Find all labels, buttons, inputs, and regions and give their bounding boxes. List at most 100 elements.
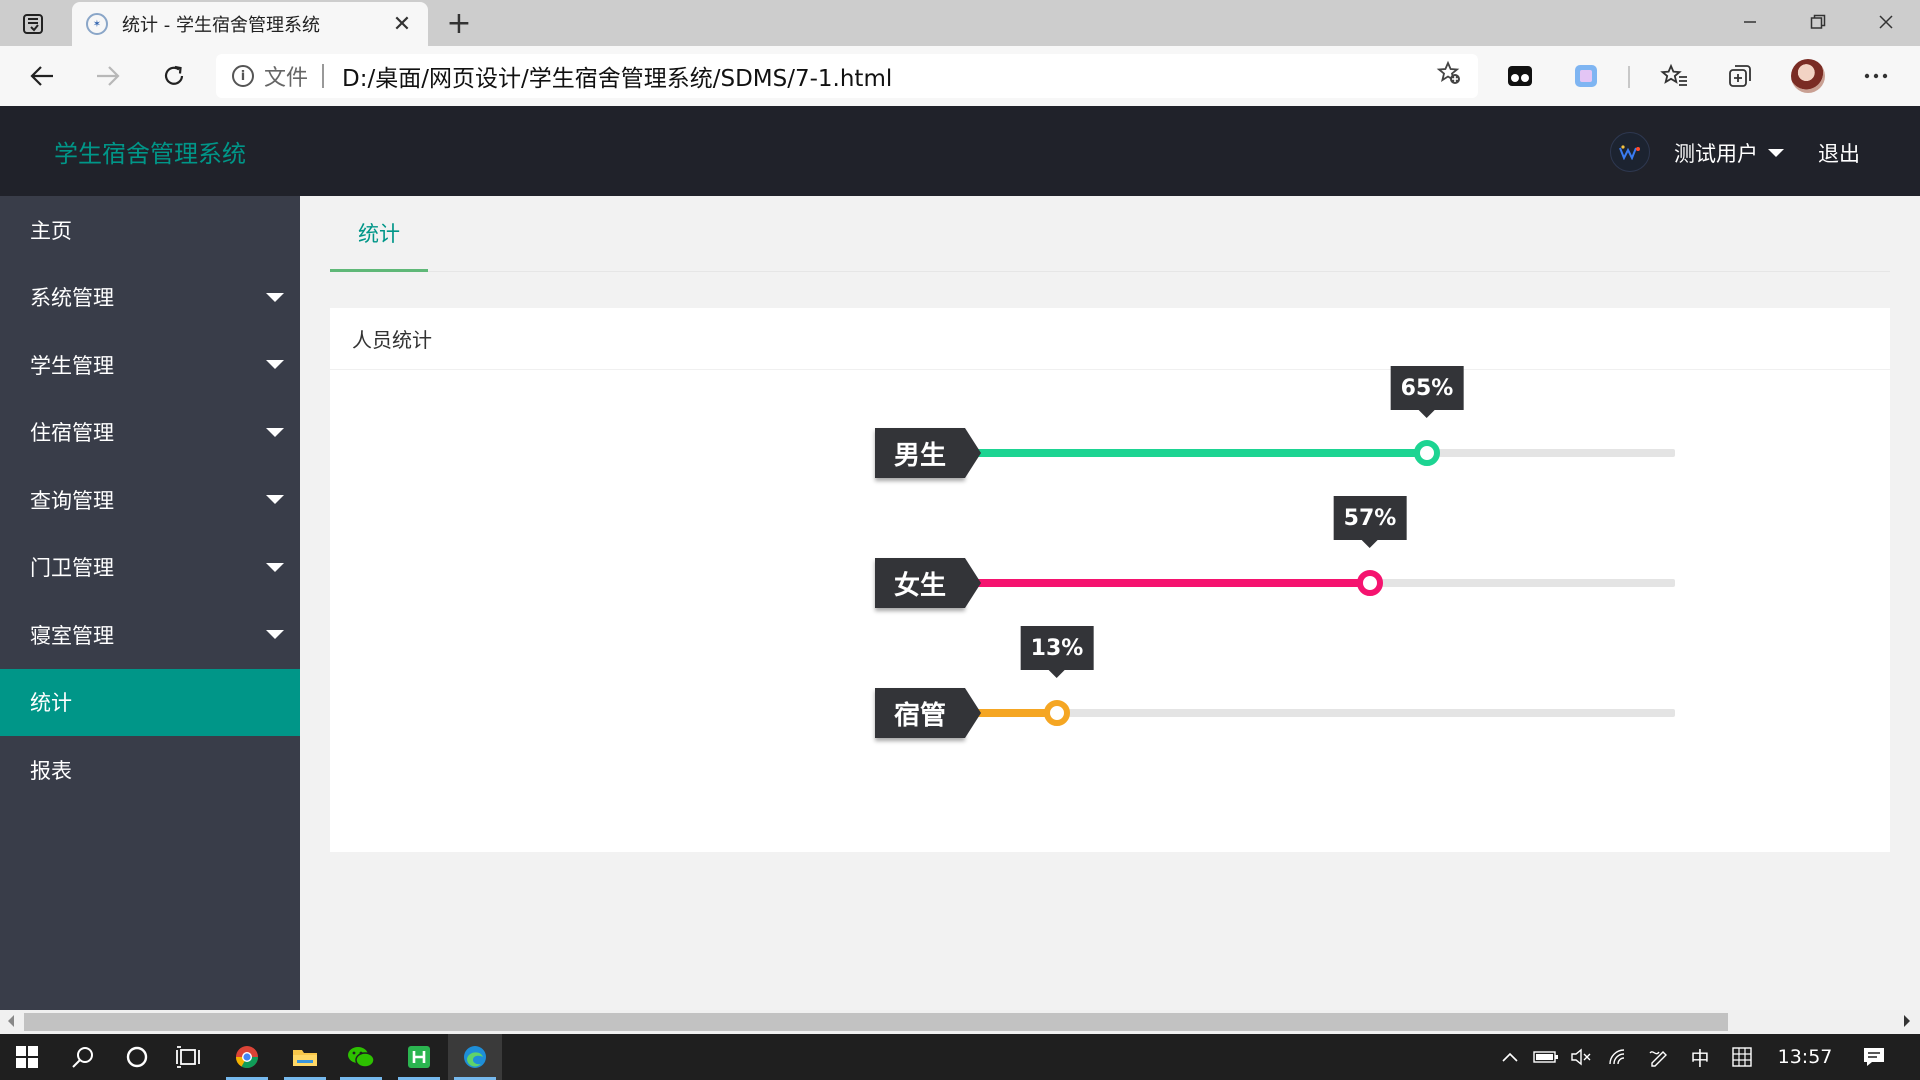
- user-menu[interactable]: 测试用户: [1674, 138, 1784, 168]
- new-tab-button[interactable]: +: [442, 6, 476, 41]
- close-window-icon[interactable]: [1852, 0, 1920, 44]
- bar-track: [965, 449, 1675, 457]
- translate-extension-icon[interactable]: [1568, 58, 1604, 94]
- main-content: 统计 人员统计 男生 65% 女生 57% 宿管 13%: [300, 196, 1920, 1010]
- browser-toolbar: i 文件 D:/桌面/网页设计/学生宿舍管理系统/SDMS/7-1.html: [0, 46, 1920, 106]
- card-title: 人员统计: [330, 308, 1890, 370]
- ime-language-indicator[interactable]: 中: [1684, 1034, 1716, 1080]
- chevron-down-icon: [1768, 149, 1784, 157]
- file-scheme-label: 文件: [264, 66, 309, 91]
- edge-icon[interactable]: [448, 1034, 502, 1080]
- address-bar[interactable]: i 文件 D:/桌面/网页设计/学生宿舍管理系统/SDMS/7-1.html: [216, 54, 1478, 98]
- sidebar-item-label: 寝室管理: [30, 623, 114, 648]
- app-header: 学生宿舍管理系统 测试用户 退出: [0, 106, 1920, 196]
- bar-category-label: 女生: [875, 558, 981, 608]
- tab-actions-icon[interactable]: [18, 10, 48, 38]
- sidebar-item-reports[interactable]: 报表: [0, 736, 300, 804]
- sidebar-item-gatekeeper[interactable]: 门卫管理: [0, 534, 300, 602]
- task-view-icon[interactable]: [162, 1034, 216, 1080]
- sidebar-item-label: 学生管理: [30, 353, 114, 378]
- volume-muted-icon[interactable]: [1566, 1034, 1596, 1080]
- chevron-down-icon: [266, 292, 284, 302]
- content-tab-bar: 统计: [330, 196, 1890, 272]
- stats-card: 人员统计 男生 65% 女生 57% 宿管 13%: [330, 308, 1890, 852]
- sidebar-item-label: 统计: [30, 691, 72, 716]
- bar-value-label: 65%: [1390, 366, 1464, 418]
- scroll-left-icon[interactable]: [8, 1015, 14, 1027]
- bar-fill: [965, 449, 1427, 457]
- favorites-icon[interactable]: [1656, 58, 1692, 94]
- tab-statistics[interactable]: 统计: [330, 196, 428, 272]
- ime-mode-icon[interactable]: [1726, 1034, 1758, 1080]
- reload-icon[interactable]: [154, 56, 194, 96]
- bar-knob: [1414, 440, 1440, 466]
- restore-icon[interactable]: [1784, 0, 1852, 44]
- tab-close-icon[interactable]: ✕: [390, 12, 414, 37]
- sidebar-item-home[interactable]: 主页: [0, 196, 300, 264]
- horizontal-scrollbar[interactable]: [0, 1010, 1920, 1034]
- sidebar-item-label: 查询管理: [30, 488, 114, 513]
- site-favicon-icon: ✶: [86, 13, 108, 35]
- user-name-label: 测试用户: [1674, 142, 1758, 166]
- browser-tab-title: 统计 - 学生宿舍管理系统: [122, 15, 320, 36]
- bar-track: [965, 709, 1675, 717]
- omnibox-divider: [322, 64, 325, 88]
- chevron-down-icon: [266, 427, 284, 437]
- clock-time[interactable]: 13:57: [1768, 1034, 1842, 1080]
- info-icon[interactable]: i: [232, 65, 254, 87]
- bar-row: 女生 57%: [875, 496, 1675, 618]
- app-logo-title[interactable]: 学生宿舍管理系统: [54, 134, 246, 169]
- bar-track: [965, 579, 1675, 587]
- more-options-icon[interactable]: [1858, 58, 1894, 94]
- browser-tab[interactable]: ✶ 统计 - 学生宿舍管理系统 ✕: [72, 2, 428, 46]
- sidebar-item-statistics[interactable]: 统计: [0, 668, 300, 736]
- sidebar-item-system[interactable]: 系统管理: [0, 264, 300, 332]
- sidebar-item-label: 门卫管理: [30, 556, 114, 581]
- sidebar-item-label: 主页: [30, 218, 72, 243]
- scroll-right-icon[interactable]: [1904, 1015, 1910, 1027]
- pen-icon[interactable]: [1644, 1034, 1674, 1080]
- file-explorer-icon[interactable]: [278, 1034, 332, 1080]
- chevron-down-icon: [266, 562, 284, 572]
- logout-link[interactable]: 退出: [1818, 138, 1860, 168]
- search-icon[interactable]: [56, 1034, 110, 1080]
- battery-icon[interactable]: [1530, 1034, 1562, 1080]
- minimize-icon[interactable]: [1716, 0, 1784, 44]
- add-favorite-icon[interactable]: [1436, 60, 1462, 92]
- start-icon[interactable]: [0, 1034, 54, 1080]
- notification-center-icon[interactable]: [1854, 1034, 1894, 1080]
- sidebar-item-dormitory[interactable]: 寝室管理: [0, 601, 300, 669]
- chevron-down-icon: [266, 495, 284, 504]
- cortana-icon[interactable]: [110, 1034, 164, 1080]
- bar-knob: [1357, 570, 1383, 596]
- bar-value-label: 13%: [1020, 626, 1094, 678]
- back-arrow-icon[interactable]: [22, 56, 62, 96]
- bar-category-label: 宿管: [875, 688, 981, 738]
- bar-fill: [965, 579, 1370, 587]
- sidebar-nav: 主页 系统管理 学生管理 住宿管理 查询管理 门卫管理 寝室管理 统计 报表: [0, 196, 300, 1010]
- wifi-icon[interactable]: [1604, 1034, 1634, 1080]
- sidebar-item-query[interactable]: 查询管理: [0, 466, 300, 534]
- bar-row: 宿管 13%: [875, 626, 1675, 748]
- sidebar-item-accommodation[interactable]: 住宿管理: [0, 399, 300, 467]
- sidebar-item-students[interactable]: 学生管理: [0, 331, 300, 399]
- windows-taskbar: 中 13:57: [0, 1034, 1920, 1080]
- user-avatar-icon[interactable]: [1610, 132, 1650, 172]
- hbuilder-icon[interactable]: [392, 1034, 446, 1080]
- sidebar-item-label: 住宿管理: [30, 421, 114, 446]
- collections-icon[interactable]: [1722, 58, 1758, 94]
- wechat-icon[interactable]: [334, 1034, 388, 1080]
- url-text[interactable]: D:/桌面/网页设计/学生宿舍管理系统/SDMS/7-1.html: [342, 59, 1436, 93]
- show-hidden-icons-icon[interactable]: [1496, 1034, 1524, 1080]
- scrollbar-thumb[interactable]: [24, 1013, 1728, 1031]
- profile-avatar[interactable]: [1790, 58, 1826, 94]
- browser-tab-strip: ✶ 统计 - 学生宿舍管理系统 ✕ +: [0, 0, 1920, 46]
- forward-arrow-icon[interactable]: [88, 56, 128, 96]
- bar-knob: [1044, 700, 1070, 726]
- bar-value-label: 57%: [1333, 496, 1407, 548]
- toolbar-divider: [1628, 66, 1630, 88]
- sidebar-item-label: 报表: [30, 758, 72, 783]
- extension-icon[interactable]: [1502, 58, 1538, 94]
- chrome-icon[interactable]: [220, 1034, 274, 1080]
- chevron-down-icon: [266, 630, 284, 639]
